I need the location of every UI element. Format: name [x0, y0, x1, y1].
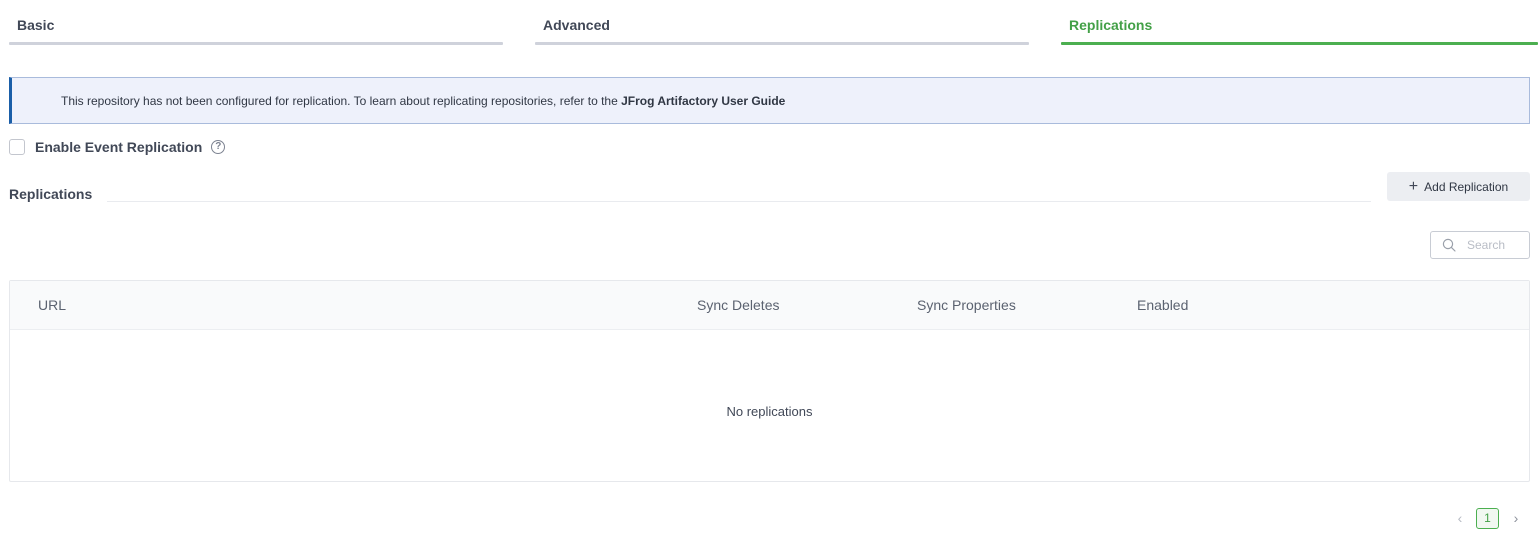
info-banner-text: This repository has not been configured …: [61, 94, 622, 108]
empty-state-text: No replications: [726, 404, 813, 419]
user-guide-link[interactable]: JFrog Artifactory User Guide: [621, 94, 785, 108]
tab-advanced[interactable]: Advanced: [535, 0, 1029, 46]
tab-replications-label: Replications: [1069, 17, 1153, 33]
tab-basic-label: Basic: [17, 17, 55, 33]
column-header-enabled[interactable]: Enabled: [1137, 297, 1188, 313]
search-input[interactable]: [1467, 237, 1527, 253]
tab-advanced-label: Advanced: [543, 17, 610, 33]
tab-basic-underline: [9, 42, 503, 45]
info-banner: This repository has not been configured …: [9, 77, 1530, 124]
replications-settings-page: Basic Advanced Replications This reposit…: [0, 0, 1538, 543]
enable-event-replication-checkbox[interactable]: [9, 139, 25, 155]
pagination-page-1[interactable]: 1: [1476, 508, 1499, 529]
question-circle-icon[interactable]: ?: [211, 140, 226, 154]
enable-event-replication-label[interactable]: Enable Event Replication: [35, 139, 202, 155]
section-divider: [107, 201, 1371, 202]
search-box[interactable]: [1430, 231, 1530, 259]
tab-basic[interactable]: Basic: [9, 0, 503, 46]
add-replication-label: Add Replication: [1424, 179, 1509, 194]
column-header-url[interactable]: URL: [38, 297, 66, 313]
add-replication-button[interactable]: + Add Replication: [1387, 172, 1530, 201]
tab-replications[interactable]: Replications: [1061, 0, 1538, 46]
column-header-sync-deletes[interactable]: Sync Deletes: [697, 297, 779, 313]
event-replication-row: Enable Event Replication ?: [9, 137, 226, 157]
pagination-prev-button[interactable]: ‹: [1452, 508, 1468, 529]
table-header: URL Sync Deletes Sync Properties Enabled: [10, 281, 1529, 330]
tab-advanced-underline: [535, 42, 1029, 45]
replications-table: URL Sync Deletes Sync Properties Enabled…: [9, 280, 1530, 482]
info-banner-text-wrap: This repository has not been configured …: [61, 94, 785, 108]
replications-section-title: Replications: [9, 186, 93, 202]
tab-replications-underline: [1061, 42, 1538, 45]
pagination-next-button[interactable]: ›: [1508, 508, 1524, 529]
plus-icon: +: [1408, 177, 1419, 195]
column-header-sync-properties[interactable]: Sync Properties: [917, 297, 1016, 313]
search-icon: [1442, 238, 1456, 252]
